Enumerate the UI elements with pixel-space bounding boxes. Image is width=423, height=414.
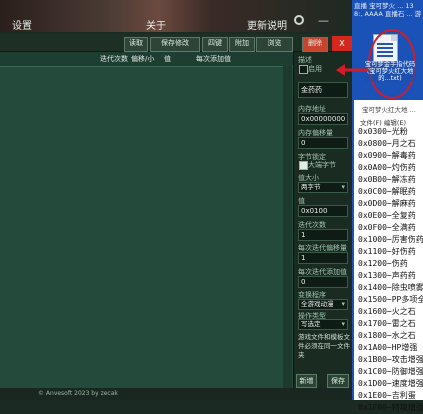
notepad-line: 0x0300−光粉 <box>358 127 408 136</box>
notepad-window[interactable]: 宝可梦火红大地 ... 文件(F) 编辑(E) 0x0300−光粉 0x0800−… <box>354 100 423 412</box>
notepad-line: 0x1400−除虫喷雾 <box>358 283 423 292</box>
minimize-button[interactable]: — <box>318 14 329 27</box>
big-endian-checkbox[interactable] <box>299 161 308 170</box>
notepad-line: 0x1600−火之石 <box>358 307 416 316</box>
title-bar: 设置 关于 更新说明 — <box>0 0 352 32</box>
offset-field[interactable]: 0 <box>298 137 348 149</box>
notepad-line: 0x1B00−攻击增强 <box>358 355 423 364</box>
notepad-content[interactable]: 0x0300−光粉 0x0800−月之石 0x0900−解毒药 0x0A00−灼伤药 0… <box>358 126 423 414</box>
notepad-line: 0x0800−月之石 <box>358 139 416 148</box>
delete-button[interactable]: 删除 <box>302 37 328 52</box>
notepad-line: 0x1100−好伤药 <box>358 247 416 256</box>
help-note: 游戏文件和模板文件必须在同一文件夹 <box>298 333 350 359</box>
save-button[interactable]: 保存 <box>327 374 349 388</box>
about-menu[interactable]: 关于 <box>146 17 166 32</box>
enable-checkbox[interactable] <box>299 65 308 74</box>
read-button[interactable]: 读取 <box>124 37 148 52</box>
four-key-button[interactable]: 四键 <box>202 37 228 52</box>
notepad-line: 0x1000−厉害伤药 <box>358 235 423 244</box>
notepad-line: 0x0D00−解麻药 <box>358 199 416 208</box>
notepad-line: 0x1A00−HP增强 <box>358 343 418 352</box>
gear-icon[interactable] <box>294 15 304 25</box>
address-field[interactable]: 0x00000000 <box>298 113 348 125</box>
edit-panel: 描述 启用 金药药 内存地址 0x00000000 内存偏移量 0 字节锁定 大… <box>293 52 352 390</box>
notepad-line: 0x1E00−吉利蛋 <box>358 391 416 400</box>
settings-menu[interactable]: 设置 <box>12 17 32 32</box>
iterations-field[interactable]: 1 <box>298 229 348 241</box>
value-field[interactable]: 0x0100 <box>298 205 348 217</box>
red-arrow-annotation <box>336 64 368 76</box>
close-button[interactable]: X <box>332 36 352 51</box>
notepad-line: 0x0B00−解冻药 <box>358 175 416 184</box>
table-scrollbar[interactable] <box>283 66 292 388</box>
attach-button[interactable]: 附加 <box>229 37 255 52</box>
new-button[interactable]: 新增 <box>296 374 317 388</box>
iteration-add-field[interactable]: 0 <box>298 276 348 288</box>
notepad-line: 0x0A00−灼伤药 <box>358 163 416 172</box>
table-header: 迭代次数 偏移/小 值 每次添加值 <box>0 52 293 67</box>
column-iterations[interactable]: 迭代次数 <box>100 54 128 64</box>
notepad-line: 0x1C00−防御增强 <box>358 367 423 376</box>
entries-table[interactable]: 迭代次数 偏移/小 值 每次添加值 <box>0 52 293 388</box>
file-caption[interactable]: 宝可梦金手指代码(宝可梦火红大地的...txt) <box>364 61 416 82</box>
copyright-text: © Anvesoft 2023 by zecak <box>38 390 118 397</box>
notepad-line: 0x1800−水之石 <box>358 331 416 340</box>
notepad-line: 0x1F00−特攻增强 <box>358 403 423 412</box>
notepad-line: 0x0F00−全满药 <box>358 223 416 232</box>
enable-checkbox-label: 启用 <box>308 65 322 73</box>
notepad-line: 0x0900−解毒药 <box>358 151 416 160</box>
footer: © Anvesoft 2023 by zecak <box>0 388 352 400</box>
description-field[interactable]: 金药药 <box>298 82 348 98</box>
column-add-per-iteration[interactable]: 每次添加值 <box>196 54 231 64</box>
column-offset[interactable]: 偏移/小 <box>131 54 154 64</box>
column-value[interactable]: 值 <box>164 54 171 64</box>
notepad-title: 宝可梦火红大地 ... <box>362 106 416 114</box>
notepad-line: 0x1300−声药药 <box>358 271 416 280</box>
save-changes-button[interactable]: 保存修改 <box>150 37 200 52</box>
notepad-line: 0x1D00−速度增强 <box>358 379 423 388</box>
desktop: 直播 宝可梦火 ... 13 8:, AAAA 直播石 ... 游 宝可梦金手指… <box>352 0 423 412</box>
value-size-select[interactable]: 两字节 <box>298 182 348 193</box>
toolbar: 读取 保存修改 四键 附加 浏览 删除 X <box>0 34 352 52</box>
notepad-line: 0x1500−PP多项全 <box>358 295 423 304</box>
operation-type-select[interactable]: 写选定 <box>298 319 348 330</box>
iteration-offset-field[interactable]: 1 <box>298 252 348 264</box>
notepad-line: 0x0E00−全复药 <box>358 211 416 220</box>
transform-select[interactable]: 全游戏动漫 <box>298 299 348 310</box>
update-notes-menu[interactable]: 更新说明 <box>247 17 287 32</box>
desktop-top-text: 直播 宝可梦火 ... 13 8:, AAAA 直播石 ... 游 <box>354 2 422 18</box>
browse-button[interactable]: 浏览 <box>256 37 293 52</box>
notepad-line: 0x0C00−解眠药 <box>358 187 416 196</box>
notepad-line: 0x1200−伤药 <box>358 259 408 268</box>
big-endian-label: 大端字节 <box>308 161 336 169</box>
notepad-line: 0x1700−雷之石 <box>358 319 416 328</box>
